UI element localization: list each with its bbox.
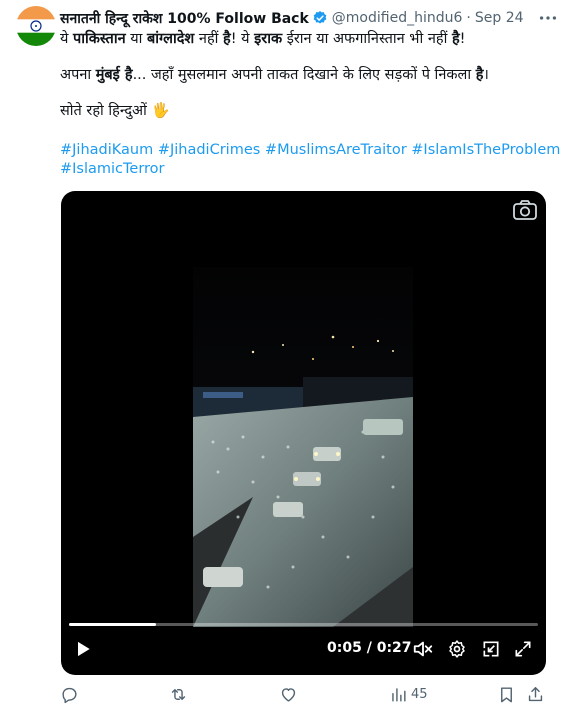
views-button[interactable]: 45 bbox=[389, 683, 428, 705]
more-icon[interactable] bbox=[537, 7, 559, 29]
hashtag-link[interactable]: #IslamicTerror bbox=[60, 161, 165, 177]
action-bar: 45 bbox=[60, 683, 567, 707]
hashtags-line-2: #IslamicTerror bbox=[60, 159, 165, 179]
video-progress-bar[interactable] bbox=[69, 623, 538, 626]
retweet-icon[interactable] bbox=[169, 683, 188, 705]
display-name[interactable]: सनातनी हिन्दू राकेश 100% Follow Back bbox=[60, 9, 309, 28]
post-time[interactable]: Sep 24 bbox=[475, 10, 524, 26]
hashtags-line-1: #JihadiKaum #JihadiCrimes #MuslimsAreTra… bbox=[60, 140, 560, 160]
separator-dot: · bbox=[466, 10, 471, 26]
reply-icon[interactable] bbox=[60, 683, 79, 705]
video-timecode: 0:05 / 0:27 bbox=[327, 640, 412, 656]
post-text-line-1: ये पाकिस्तान या बांग्लादेश नहीं है! ये इ… bbox=[60, 31, 466, 47]
hashtag-link[interactable]: #MuslimsAreTraitor bbox=[265, 142, 407, 158]
post-text-line-2: अपना मुंबई है... जहाँ मुसलमान अपनी ताकत … bbox=[60, 67, 489, 83]
video-frame[interactable] bbox=[193, 267, 413, 627]
hashtag-link[interactable]: #JihadiKaum bbox=[60, 142, 153, 158]
play-icon[interactable] bbox=[71, 637, 95, 661]
views-count: 45 bbox=[411, 686, 428, 702]
video-controls: 0:05 / 0:27 bbox=[61, 637, 546, 667]
avatar[interactable] bbox=[16, 6, 56, 46]
post-header: सनातनी हिन्दू राकेश 100% Follow Back @mo… bbox=[60, 8, 565, 28]
mute-icon[interactable] bbox=[411, 637, 435, 661]
fullscreen-icon[interactable] bbox=[511, 637, 535, 661]
like-icon[interactable] bbox=[279, 683, 298, 705]
bookmark-icon[interactable] bbox=[497, 683, 516, 705]
video-player[interactable]: 0:05 / 0:27 bbox=[61, 191, 546, 675]
hashtag-link[interactable]: #IslamIsTheProblem bbox=[411, 142, 560, 158]
handle[interactable]: @modified_hindu6 bbox=[332, 10, 463, 26]
picture-in-picture-icon[interactable] bbox=[479, 637, 503, 661]
views-icon bbox=[389, 685, 408, 704]
post-text-line-3: सोते रहो हिन्दुओं 🖐 bbox=[60, 103, 170, 119]
camera-icon[interactable] bbox=[512, 199, 538, 221]
video-progress-fill bbox=[69, 623, 156, 626]
share-icon[interactable] bbox=[526, 683, 545, 705]
verified-badge-icon bbox=[312, 10, 328, 26]
settings-icon[interactable] bbox=[445, 637, 469, 661]
hashtag-link[interactable]: #JihadiCrimes bbox=[158, 142, 260, 158]
